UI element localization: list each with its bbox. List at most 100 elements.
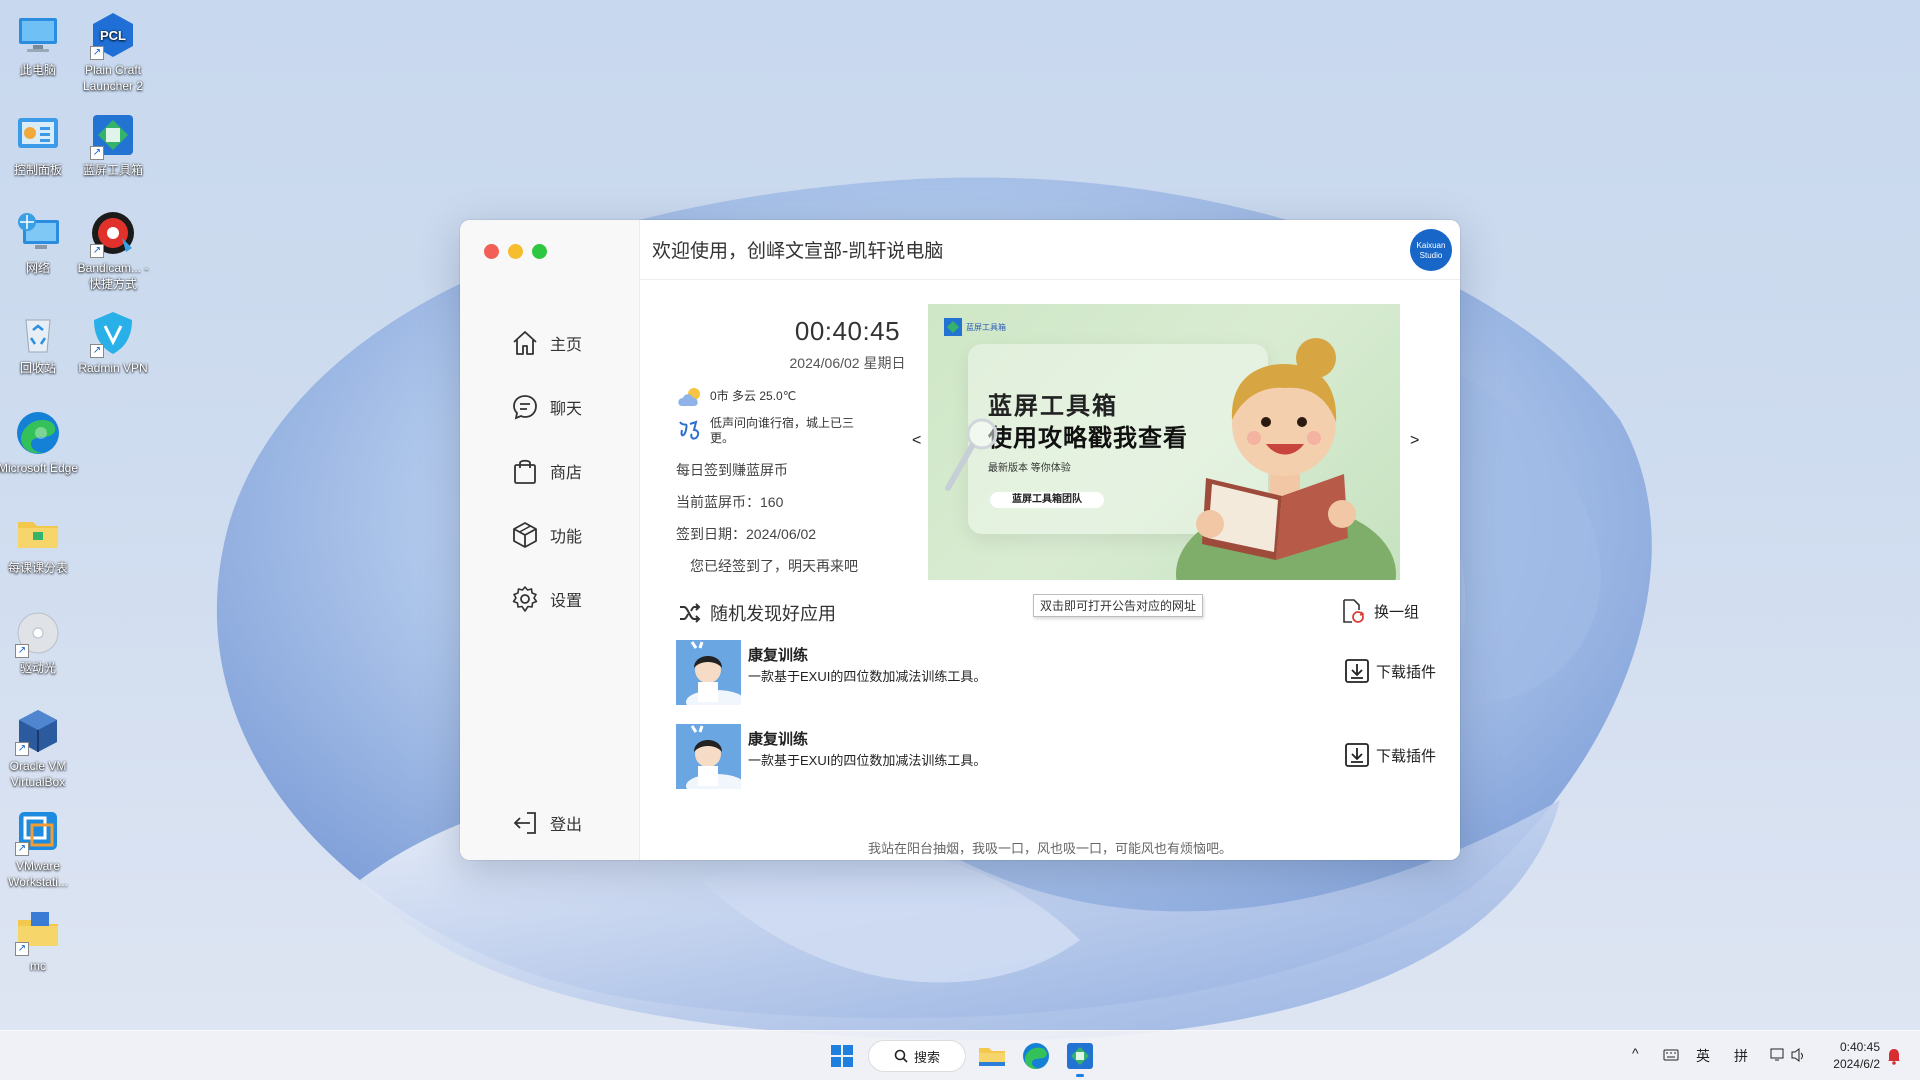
app-name: 康复训练 bbox=[748, 647, 809, 664]
desktop-icon-label: 蓝屏工具箱 bbox=[82, 163, 143, 177]
logout-icon bbox=[513, 812, 536, 834]
poem: 低声问向谁行宿，城上已三更。 bbox=[676, 416, 866, 446]
desktop-icon-network[interactable]: 网络 bbox=[0, 208, 80, 276]
tray-overflow-chevron-icon[interactable]: ^ bbox=[1632, 1045, 1639, 1061]
download-label: 下载插件 bbox=[1375, 747, 1436, 765]
download-plugin-button[interactable]: 下载插件 bbox=[1344, 658, 1436, 684]
desktop-icon-mc[interactable]: ↗ mc bbox=[0, 906, 80, 974]
signin-status: 您已经签到了，明天再来吧 bbox=[690, 558, 858, 574]
desktop-icon-label: mc bbox=[30, 959, 46, 973]
banner-tooltip: 双击即可打开公告对应的网址 bbox=[1033, 594, 1204, 617]
desktop-icon-bandicam[interactable]: ↗ Bandicam... - 快捷方式 bbox=[71, 208, 155, 292]
svg-text:PCL: PCL bbox=[100, 28, 126, 43]
desktop-icon-recycle-bin[interactable]: 回收站 bbox=[0, 308, 80, 376]
edge-taskbar-icon[interactable] bbox=[1020, 1040, 1052, 1072]
keyboard-icon[interactable] bbox=[1663, 1048, 1679, 1062]
signin-prompt: 每日签到赚蓝屏币 bbox=[676, 462, 788, 478]
avatar[interactable]: Kaixuan Studio bbox=[1410, 229, 1452, 271]
toolbox-taskbar-icon[interactable] bbox=[1064, 1040, 1096, 1072]
desktop-icon-this-pc[interactable]: 此电脑 bbox=[0, 10, 80, 78]
poem-icon bbox=[679, 420, 700, 440]
taskbar-clock[interactable]: 0:40:45 2024/6/2 bbox=[1833, 1039, 1880, 1073]
active-app-indicator bbox=[1076, 1074, 1084, 1077]
virtualbox-icon: ↗ bbox=[13, 706, 63, 756]
file-explorer-icon[interactable] bbox=[976, 1040, 1008, 1072]
section-title-text: 随机发现好应用 bbox=[710, 604, 836, 624]
logout-button[interactable]: 登出 bbox=[510, 808, 582, 838]
list-item[interactable]: 康复训练 一款基于EXUI的四位数加减法训练工具。 下载插件 bbox=[676, 724, 1436, 790]
refresh-doc-icon bbox=[1343, 599, 1365, 623]
app-name: 康复训练 bbox=[748, 731, 809, 748]
desktop-icon-virtualbox[interactable]: ↗ Oracle VM VirtualBox bbox=[0, 706, 80, 790]
sidebar-item-chat[interactable]: 聊天 bbox=[510, 392, 582, 422]
minimize-window-button[interactable] bbox=[508, 244, 523, 259]
desktop-icon-toolbox[interactable]: ↗ 蓝屏工具箱 bbox=[71, 110, 155, 178]
banner-logo-text: 蓝屏工具箱 bbox=[966, 322, 1006, 332]
desktop-icon-control-panel[interactable]: 控制面板 bbox=[0, 110, 80, 178]
cube-icon bbox=[513, 522, 537, 548]
desktop-icon-label: 此电脑 bbox=[19, 63, 56, 77]
desktop-icon-vmware[interactable]: ↗ VMware Workstati... bbox=[0, 806, 80, 890]
download-plugin-button[interactable]: 下载插件 bbox=[1344, 742, 1436, 768]
vmware-icon: ↗ bbox=[13, 806, 63, 856]
announcement-banner[interactable]: 蓝屏工具箱 蓝屏工具箱 使用攻略戳我查看 最新版本 等你体验 蓝屏工具箱团队 bbox=[928, 304, 1400, 580]
desktop-icon-label: 控制面板 bbox=[13, 163, 62, 177]
radmin-vpn-icon: ↗ bbox=[88, 308, 138, 358]
desktop-icon-radmin[interactable]: ↗ Radmin VPN bbox=[71, 308, 155, 376]
gear-icon bbox=[512, 586, 538, 612]
control-panel-icon bbox=[13, 110, 63, 160]
taskbar: 搜索 ^ 英 拼 0:40:45 2024/6/2 bbox=[0, 1030, 1920, 1080]
sidebar-item-store[interactable]: 商店 bbox=[510, 456, 582, 486]
desktop-icon-edge[interactable]: Microsoft Edge bbox=[0, 408, 80, 476]
ime-language-indicator[interactable]: 英 bbox=[1696, 1046, 1710, 1066]
taskbar-time: 0:40:45 bbox=[1839, 1040, 1880, 1054]
chat-icon bbox=[513, 395, 537, 420]
shuffle-apps-button[interactable]: 换一组 bbox=[1340, 598, 1419, 624]
desktop-icon-disc[interactable]: ↗ 驱动光 bbox=[0, 608, 80, 676]
sidebar-item-home[interactable]: 主页 bbox=[510, 328, 582, 358]
sidebar-item-features[interactable]: 功能 bbox=[510, 520, 582, 550]
window-controls bbox=[484, 244, 547, 259]
computer-icon bbox=[13, 10, 63, 60]
banner-title: 蓝屏工具箱 bbox=[988, 393, 1118, 420]
sidebar-item-label: 聊天 bbox=[550, 401, 583, 418]
desktop-icon-folder[interactable]: 每课课分表 bbox=[0, 508, 80, 576]
carousel-prev-button[interactable]: < bbox=[912, 432, 921, 450]
network-volume-icon[interactable] bbox=[1770, 1047, 1806, 1063]
app-thumbnail bbox=[676, 724, 741, 789]
ime-mode-indicator[interactable]: 拼 bbox=[1734, 1046, 1748, 1066]
sidebar-item-label: 功能 bbox=[550, 529, 583, 546]
desktop-icon-label: VMware Workstati... bbox=[8, 859, 68, 889]
app-description: 一款基于EXUI的四位数加减法训练工具。 bbox=[748, 753, 987, 768]
poem-text: 低声问向谁行宿，城上已三更。 bbox=[710, 416, 855, 445]
shopping-bag-icon bbox=[514, 459, 536, 484]
desktop-icon-label: 回收站 bbox=[19, 361, 56, 375]
taskbar-date: 2024/6/2 bbox=[1833, 1057, 1880, 1071]
sidebar-item-label: 商店 bbox=[550, 465, 583, 482]
desktop-icon-label: 每课课分表 bbox=[7, 561, 68, 575]
shuffle-icon bbox=[680, 603, 701, 623]
toolbox-logo-icon bbox=[944, 318, 962, 336]
weather: 0市 多云 25.0℃ bbox=[676, 386, 796, 408]
logout-label: 登出 bbox=[550, 817, 583, 834]
sidebar-item-settings[interactable]: 设置 bbox=[510, 584, 582, 614]
desktop-icon-label: Radmin VPN bbox=[78, 361, 148, 375]
carousel-next-button[interactable]: > bbox=[1410, 432, 1419, 450]
sidebar: 主页 聊天 商店 功能 设置 登出 bbox=[460, 220, 640, 860]
list-item[interactable]: 康复训练 一款基于EXUI的四位数加减法训练工具。 下载插件 bbox=[676, 640, 1436, 706]
notification-bell-icon[interactable] bbox=[1886, 1047, 1902, 1065]
maximize-window-button[interactable] bbox=[532, 244, 547, 259]
sidebar-item-label: 主页 bbox=[550, 337, 583, 354]
desktop-icon-label: Oracle VM VirtualBox bbox=[9, 759, 67, 789]
close-window-button[interactable] bbox=[484, 244, 499, 259]
start-button[interactable] bbox=[826, 1040, 858, 1072]
app-description: 一款基于EXUI的四位数加减法训练工具。 bbox=[748, 669, 987, 684]
desktop-icon-pcl[interactable]: PCL ↗ Plain Craft Launcher 2 bbox=[71, 10, 155, 94]
cloud-sun-icon bbox=[678, 388, 700, 406]
search-icon bbox=[894, 1049, 908, 1063]
shuffle-apps-label: 换一组 bbox=[1374, 603, 1420, 621]
toolbox-icon: ↗ bbox=[88, 110, 138, 160]
disc-icon: ↗ bbox=[13, 608, 63, 658]
taskbar-search-button[interactable]: 搜索 bbox=[868, 1040, 966, 1072]
desktop-icon-label: Bandicam... - 快捷方式 bbox=[77, 261, 149, 291]
